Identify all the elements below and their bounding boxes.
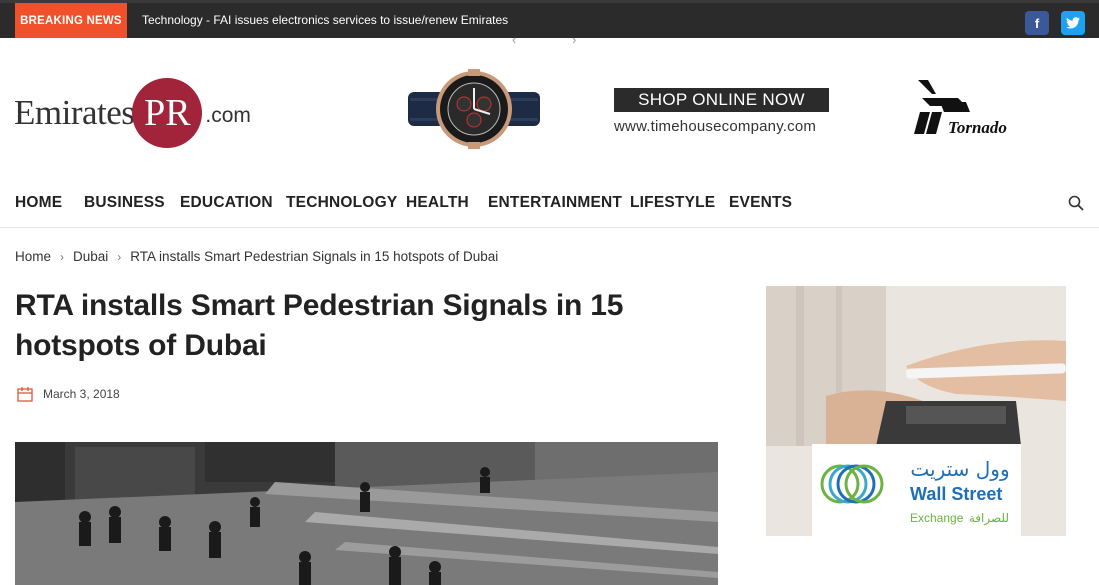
shop-online-button[interactable]: SHOP ONLINE NOW: [614, 88, 829, 112]
breadcrumb: Home › Dubai › RTA installs Smart Pedest…: [15, 249, 498, 264]
brand-english: Wall Street: [910, 484, 1002, 504]
brand-sub-arabic: للصرافة: [969, 511, 1009, 526]
tornado-logo[interactable]: Tornado: [910, 76, 1035, 138]
breadcrumb-category[interactable]: Dubai: [73, 249, 108, 264]
logo-circle: PR: [132, 78, 203, 148]
wall-street-logo: وول ستريت Wall Street Exchange للصرافة: [812, 444, 1021, 536]
tornado-text: Tornado: [948, 118, 1007, 137]
shop-url[interactable]: www.timehousecompany.com: [614, 118, 816, 135]
site-logo[interactable]: Emirates PR .com: [14, 78, 251, 148]
logo-text: Emirates: [14, 93, 135, 132]
facebook-icon[interactable]: f: [1025, 11, 1049, 35]
nav-item-health[interactable]: HEALTH: [406, 194, 469, 212]
article-date: March 3, 2018: [17, 386, 120, 402]
brand-sub-english: Exchange: [910, 511, 964, 525]
page-title: RTA installs Smart Pedestrian Signals in…: [15, 289, 624, 362]
breadcrumb-current: RTA installs Smart Pedestrian Signals in…: [130, 249, 499, 264]
brand-arabic: وول ستريت: [910, 457, 1009, 481]
breadcrumb-separator: ›: [117, 249, 122, 264]
twitter-icon[interactable]: [1061, 11, 1085, 35]
nav-item-lifestyle[interactable]: LIFESTYLE: [630, 194, 715, 212]
nav-item-entertainment[interactable]: ENTERTAINMENT: [488, 194, 622, 212]
featured-image: [15, 442, 718, 585]
breadcrumb-separator: ›: [60, 249, 65, 264]
logo-domain: .com: [205, 104, 251, 127]
main-nav: HOME BUSINESS EDUCATION TECHNOLOGY HEALT…: [0, 180, 1099, 228]
date-text: March 3, 2018: [43, 387, 120, 401]
search-icon[interactable]: [1068, 195, 1084, 211]
breadcrumb-home[interactable]: Home: [15, 249, 51, 264]
calendar-icon: [17, 387, 33, 402]
watch-ad-image[interactable]: [408, 68, 540, 150]
nav-item-business[interactable]: BUSINESS: [84, 194, 165, 212]
nav-item-events[interactable]: EVENTS: [729, 194, 792, 212]
nav-item-education[interactable]: EDUCATION: [180, 194, 273, 212]
news-ticker[interactable]: Technology - FAI issues electronics serv…: [142, 13, 508, 27]
nav-item-home[interactable]: HOME: [15, 194, 62, 212]
breaking-news-label: BREAKING NEWS: [15, 3, 127, 38]
nav-item-technology[interactable]: TECHNOLOGY: [286, 194, 397, 212]
ticker-arrows[interactable]: ‹ ›: [512, 32, 602, 47]
